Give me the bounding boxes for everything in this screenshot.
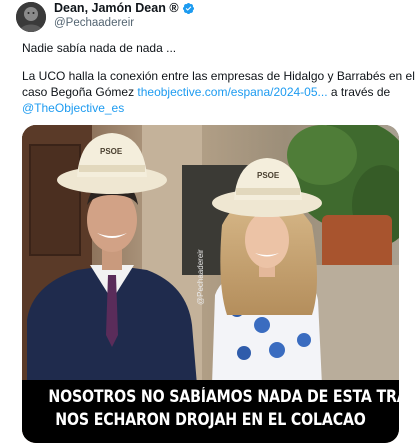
meme-caption-line-1: NOSOTROS NO SABÍAMOS NADA DE ESTA TRAMA [48,387,399,406]
tweet[interactable]: Dean, Jamón Dean ® @Pechaadereir Nadie s… [0,0,419,448]
image-watermark: @Pechaadereir [196,249,205,305]
hat-label-left: PSOE [100,147,123,156]
hat-label-right: PSOE [257,171,280,180]
tweet-text-prefix: caso Begoña Gómez [22,85,138,99]
tweet-media-image[interactable]: PSOE PSOE @Pechaadereir NOSOTROS NO SABÍ… [22,125,399,443]
tweet-text-suffix: a través de [327,85,391,99]
tweet-text-line-1: Nadie sabía nada de nada ... [22,41,177,55]
tweet-text-line-4: @TheObjective_es [22,100,124,116]
author-names: Dean, Jamón Dean ® @Pechaadereir [54,0,195,29]
article-link[interactable]: theobjective.com/espana/2024-05... [137,85,327,99]
verified-badge-icon [182,2,194,14]
avatar-image [16,2,46,32]
meme-caption-line-2: NOS ECHARON DROJAH EN EL COLACAO [55,410,366,429]
tweet-text-line-3: caso Begoña Gómez theobjective.com/espan… [22,84,390,100]
author-handle[interactable]: @Pechaadereir [54,17,195,29]
author-display-name[interactable]: Dean, Jamón Dean ® [54,1,179,15]
mention-link[interactable]: @TheObjective_es [22,101,124,115]
avatar[interactable] [16,2,46,32]
tweet-text-line-2: La UCO halla la conexión entre las empre… [22,69,415,83]
tweet-header: Dean, Jamón Dean ® @Pechaadereir [14,0,404,40]
